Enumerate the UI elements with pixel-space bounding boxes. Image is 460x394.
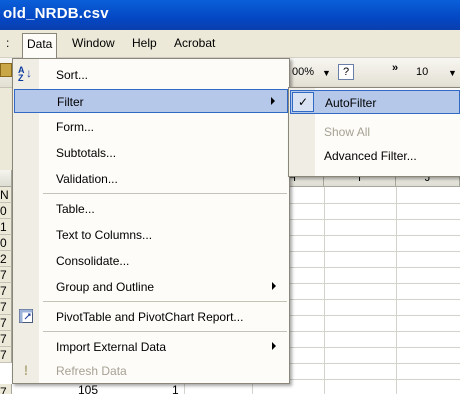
menu-item-label: Show All (324, 125, 371, 139)
menu-separator (43, 193, 287, 194)
menu-item-refresh: ! Refresh Data (14, 359, 288, 383)
menu-item-validation[interactable]: Validation... (14, 167, 288, 191)
row-header[interactable]: 7 (0, 347, 12, 363)
menu-item-label: Table... (56, 202, 95, 216)
row-header[interactable]: N (0, 187, 12, 203)
title-bar: old_NRDB.csv (0, 0, 460, 30)
menu-item-label: Refresh Data (56, 364, 127, 378)
menu-item-label: Text to Columns... (56, 228, 153, 242)
row-header[interactable]: 0 (0, 235, 12, 251)
sort-arrow-icon: ↓ (26, 66, 32, 80)
submenu-arrow-icon (271, 97, 275, 105)
menu-item-label: Import External Data (56, 340, 167, 354)
menu-item-group-outline[interactable]: Group and Outline (14, 275, 288, 299)
submenu-arrow-icon (272, 282, 276, 290)
menu-window[interactable]: Window (72, 36, 115, 54)
font-size-dropdown-icon[interactable]: ▼ (448, 68, 457, 78)
window-title: old_NRDB.csv (3, 5, 109, 22)
row-header[interactable]: 1 (0, 219, 12, 235)
menu-separator (43, 301, 287, 302)
cell-value[interactable]: 105 (78, 383, 98, 394)
row-header[interactable]: 7 (0, 331, 12, 347)
menu-item-consolidate[interactable]: Consolidate... (14, 249, 288, 273)
menu-bar: : Data Window Help Acrobat (0, 30, 460, 58)
zoom-dropdown-icon[interactable]: ▼ (322, 68, 331, 78)
filter-submenu: ✓ AutoFilter Show All Advanced Filter... (288, 87, 460, 177)
menu-item-subtotals[interactable]: Subtotals... (14, 141, 288, 165)
menu-item-label: Filter (57, 95, 84, 109)
menu-item-text-to-columns[interactable]: Text to Columns... (14, 223, 288, 247)
menu-item-show-all: Show All (290, 120, 460, 144)
menu-item-label: PivotTable and PivotChart Report... (56, 310, 244, 324)
menu-item-label: Group and Outline (56, 280, 155, 294)
menu-separator (43, 331, 287, 332)
menu-item-label: Consolidate... (56, 254, 130, 268)
menu-item-pivottable[interactable]: PivotTable and PivotChart Report... (14, 305, 288, 329)
menu-item-label: Validation... (56, 172, 118, 186)
menu-item-autofilter[interactable]: ✓ AutoFilter (290, 90, 460, 114)
menu-data[interactable]: Data (22, 33, 58, 58)
help-icon[interactable]: ? (338, 64, 354, 80)
row-header[interactable]: 7 (0, 384, 12, 394)
select-all-corner[interactable] (0, 170, 12, 187)
menu-help[interactable]: Help (132, 36, 157, 54)
refresh-exclamation-icon: ! (23, 362, 29, 378)
menu-item-label: AutoFilter (325, 96, 377, 110)
row-header[interactable]: 7 (0, 315, 12, 331)
pivottable-icon (18, 308, 34, 324)
row-header[interactable]: 0 (0, 203, 12, 219)
data-menu: AZ ↓ Sort... Filter Form... Subtotals...… (12, 58, 290, 384)
row-header[interactable]: 7 (0, 283, 12, 299)
zoom-value[interactable]: 00% (292, 66, 314, 78)
toolbar-overflow-icon[interactable]: » (392, 62, 398, 74)
menu-fragment: : (6, 36, 10, 50)
menu-item-label: Form... (56, 120, 94, 134)
row-header[interactable]: 7 (0, 299, 12, 315)
menu-item-sort[interactable]: AZ ↓ Sort... (14, 63, 288, 87)
menu-item-label: Subtotals... (56, 146, 117, 160)
submenu-arrow-icon (272, 342, 276, 350)
menu-item-form[interactable]: Form... (14, 115, 288, 139)
menu-item-label: Sort... (56, 68, 89, 82)
cell-value[interactable]: 1 (172, 383, 179, 394)
row-header[interactable]: 7 (0, 267, 12, 283)
menu-acrobat[interactable]: Acrobat (174, 36, 215, 54)
menu-item-import-external[interactable]: Import External Data (14, 335, 288, 359)
menu-item-table[interactable]: Table... (14, 197, 288, 221)
menu-item-advanced-filter[interactable]: Advanced Filter... (290, 144, 460, 168)
menu-item-label: Advanced Filter... (324, 149, 417, 163)
paste-icon[interactable] (0, 63, 12, 77)
font-size-value[interactable]: 10 (416, 66, 428, 78)
row-header[interactable]: 2 (0, 251, 12, 267)
menu-item-filter[interactable]: Filter (14, 89, 288, 113)
checkmark-icon: ✓ (292, 92, 314, 112)
